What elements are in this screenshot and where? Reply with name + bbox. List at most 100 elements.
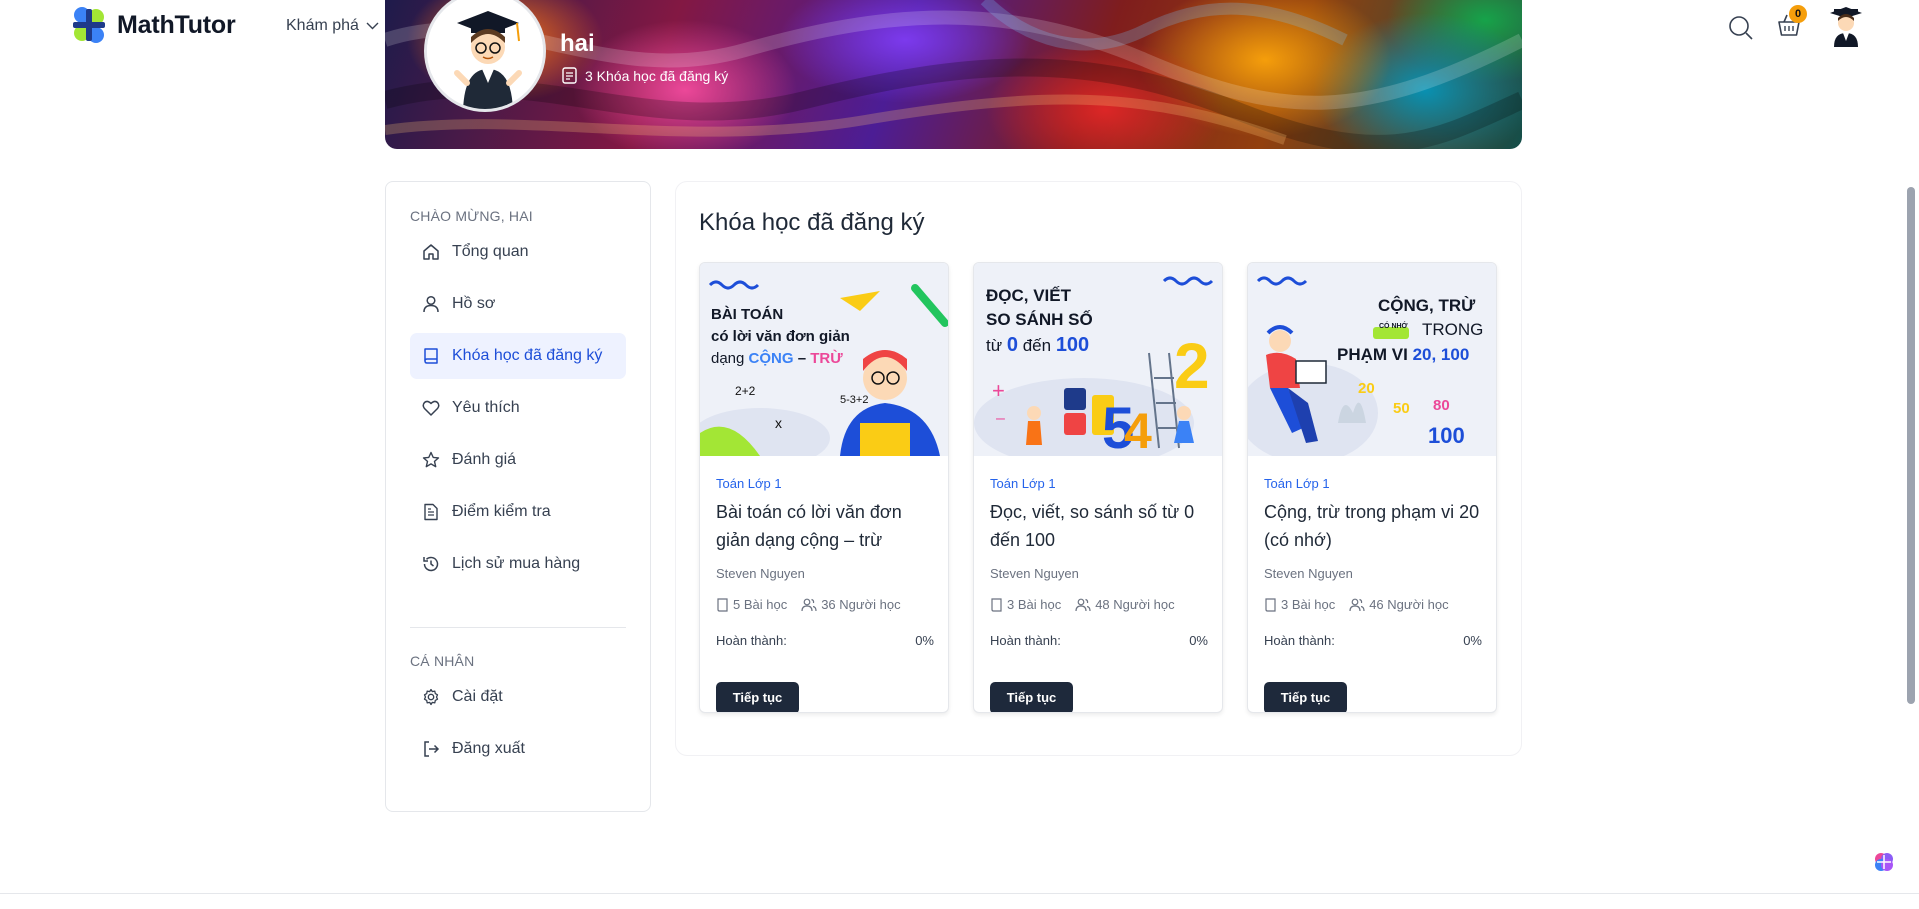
course-thumbnail[interactable]: 5 4 2 + – ĐỌC, VIẾT SO SÁNH SỐ từ 0 đến … <box>974 263 1222 456</box>
book-icon <box>424 348 438 364</box>
course-thumbnail[interactable]: 2+2 5-3+2 x BÀI TOÁN có lời văn đơn giản… <box>700 263 948 456</box>
student-count: 48 Người học <box>1095 597 1175 612</box>
avatar[interactable] <box>1826 5 1866 49</box>
thumbnail-badge: CÓ NHỚ <box>1379 323 1408 330</box>
course-card[interactable]: 5 4 2 + – ĐỌC, VIẾT SO SÁNH SỐ từ 0 đến … <box>973 262 1223 713</box>
svg-text:–: – <box>996 410 1005 427</box>
sidebar-item-label: Hồ sơ <box>452 295 496 312</box>
sidebar-item-label: Tổng quan <box>452 243 529 260</box>
logout-icon <box>424 741 440 757</box>
brand-name: MathTutor <box>117 10 236 39</box>
logo-icon <box>73 7 105 43</box>
page-scrollbar[interactable] <box>1907 187 1915 704</box>
page-title: Khóa học đã đăng ký <box>699 209 925 236</box>
book-icon <box>1265 597 1276 612</box>
enrolled-summary: 3 Khóa học đã đăng ký <box>562 67 728 84</box>
sidebar-item-label: Điểm kiểm tra <box>452 503 551 520</box>
thumbnail-text: từ 0 đến 100 <box>986 334 1089 357</box>
svg-text:+: + <box>992 378 1005 403</box>
sidebar-item-logout[interactable]: Đăng xuất <box>410 726 626 772</box>
thumbnail-word: từ <box>986 336 1003 355</box>
student-count: 46 Người học <box>1369 597 1449 612</box>
sidebar-item-reviews[interactable]: Đánh giá <box>410 437 626 483</box>
explore-label: Khám phá <box>286 17 359 34</box>
svg-text:100: 100 <box>1428 423 1465 448</box>
thumbnail-subheading: TRONG <box>1422 320 1484 339</box>
lesson-count: 5 Bài học <box>733 597 788 612</box>
course-meta: 3 Bài học 48 Người học <box>990 597 1185 612</box>
continue-button[interactable]: Tiếp tục <box>716 682 799 712</box>
course-card[interactable]: 20 50 80 100 CỘNG, TRỪ CÓ NHỚ TRONG PHẠM… <box>1247 262 1497 713</box>
thumbnail-heading: ĐỌC, VIẾT <box>986 286 1072 305</box>
thumbnail-word: 100 <box>1055 334 1090 356</box>
thumbnail-word: – <box>797 350 807 367</box>
book-icon <box>991 597 1002 612</box>
thumbnail-word: dạng <box>711 350 745 367</box>
continue-button[interactable]: Tiếp tục <box>1264 682 1347 712</box>
thumbnail-heading: CỘNG, TRỪ <box>1378 296 1476 315</box>
course-category[interactable]: Toán Lớp 1 <box>716 476 782 491</box>
sidebar-item-label: Đăng xuất <box>452 740 525 757</box>
users-icon <box>1349 598 1365 611</box>
star-icon <box>422 451 440 468</box>
progress-label: Hoàn thành: <box>716 633 787 648</box>
users-icon <box>1075 598 1091 611</box>
course-meta: 3 Bài học 46 Người học <box>1264 597 1459 612</box>
sidebar-divider <box>410 627 626 628</box>
course-title[interactable]: Đọc, viết, so sánh số từ 0 đến 100 <box>990 498 1208 554</box>
brand-logo[interactable]: MathTutor <box>71 5 236 45</box>
sidebar-item-label: Lịch sử mua hàng <box>452 555 581 572</box>
course-card[interactable]: 2+2 5-3+2 x BÀI TOÁN có lời văn đơn giản… <box>699 262 949 713</box>
thumbnail-word: TRỪ <box>810 350 843 367</box>
svg-text:2: 2 <box>1174 330 1210 402</box>
sidebar-item-label: Cài đặt <box>452 688 503 705</box>
welcome-heading: CHÀO MỪNG, HAI <box>410 208 533 224</box>
progress-value: 0% <box>1189 633 1208 648</box>
course-category[interactable]: Toán Lớp 1 <box>1264 476 1330 491</box>
thumbnail-subheading: SO SÁNH SỐ <box>986 310 1093 329</box>
course-title[interactable]: Cộng, trừ trong phạm vi 20 (có nhớ) <box>1264 498 1482 554</box>
svg-text:4: 4 <box>1124 403 1152 456</box>
course-progress: Hoàn thành: 0% <box>1264 633 1482 648</box>
course-thumbnail[interactable]: 20 50 80 100 CỘNG, TRỪ CÓ NHỚ TRONG PHẠM… <box>1248 263 1496 456</box>
progress-value: 0% <box>1463 633 1482 648</box>
progress-label: Hoàn thành: <box>990 633 1061 648</box>
progress-label: Hoàn thành: <box>1264 633 1335 648</box>
sidebar-item-purchase-history[interactable]: Lịch sử mua hàng <box>410 541 626 587</box>
continue-button[interactable]: Tiếp tục <box>990 682 1073 712</box>
sidebar-item-label: Đánh giá <box>452 451 517 468</box>
sidebar-item-quiz-scores[interactable]: Điểm kiểm tra <box>410 489 626 535</box>
course-meta: 5 Bài học 36 Người học <box>716 597 911 612</box>
course-author: Steven Nguyen <box>990 566 1079 581</box>
history-icon <box>423 556 439 572</box>
search-icon[interactable] <box>1728 15 1754 41</box>
thumbnail-word: CỘNG <box>748 350 794 367</box>
sidebar-item-overview[interactable]: Tổng quan <box>410 229 626 275</box>
course-category[interactable]: Toán Lớp 1 <box>990 476 1056 491</box>
course-author: Steven Nguyen <box>1264 566 1353 581</box>
thumbnail-text: PHẠM VI 20, 100 <box>1337 344 1469 366</box>
sidebar-item-favorites[interactable]: Yêu thích <box>410 385 626 431</box>
course-author: Steven Nguyen <box>716 566 805 581</box>
course-title[interactable]: Bài toán có lời văn đơn giản dạng cộng –… <box>716 498 934 554</box>
explore-menu[interactable]: Khám phá <box>286 17 379 35</box>
svg-text:20: 20 <box>1358 380 1375 397</box>
book-icon <box>717 597 728 612</box>
sidebar-item-settings[interactable]: Cài đặt <box>410 674 626 720</box>
thumbnail-word: đến <box>1022 336 1052 355</box>
student-count: 36 Người học <box>821 597 901 612</box>
sidebar-item-enrolled-courses[interactable]: Khóa học đã đăng ký <box>410 333 626 379</box>
sidebar-item-label: Yêu thích <box>452 399 520 416</box>
thumbnail-word: 0 <box>1006 334 1018 356</box>
thumbnail-word: 20, 100 <box>1412 345 1470 364</box>
chevron-down-icon <box>366 22 379 30</box>
svg-text:x: x <box>775 415 782 431</box>
footer-divider <box>0 893 1919 894</box>
gear-icon <box>423 688 439 706</box>
svg-text:80: 80 <box>1433 397 1450 414</box>
sidebar-item-label: Khóa học đã đăng ký <box>452 347 603 364</box>
assistant-bot-icon[interactable] <box>1873 851 1895 873</box>
enrolled-courses-panel: Khóa học đã đăng ký 2+2 5-3+2 x BÀI TOÁN… <box>675 181 1522 756</box>
svg-text:50: 50 <box>1393 400 1410 417</box>
sidebar-item-profile[interactable]: Hồ sơ <box>410 281 626 327</box>
